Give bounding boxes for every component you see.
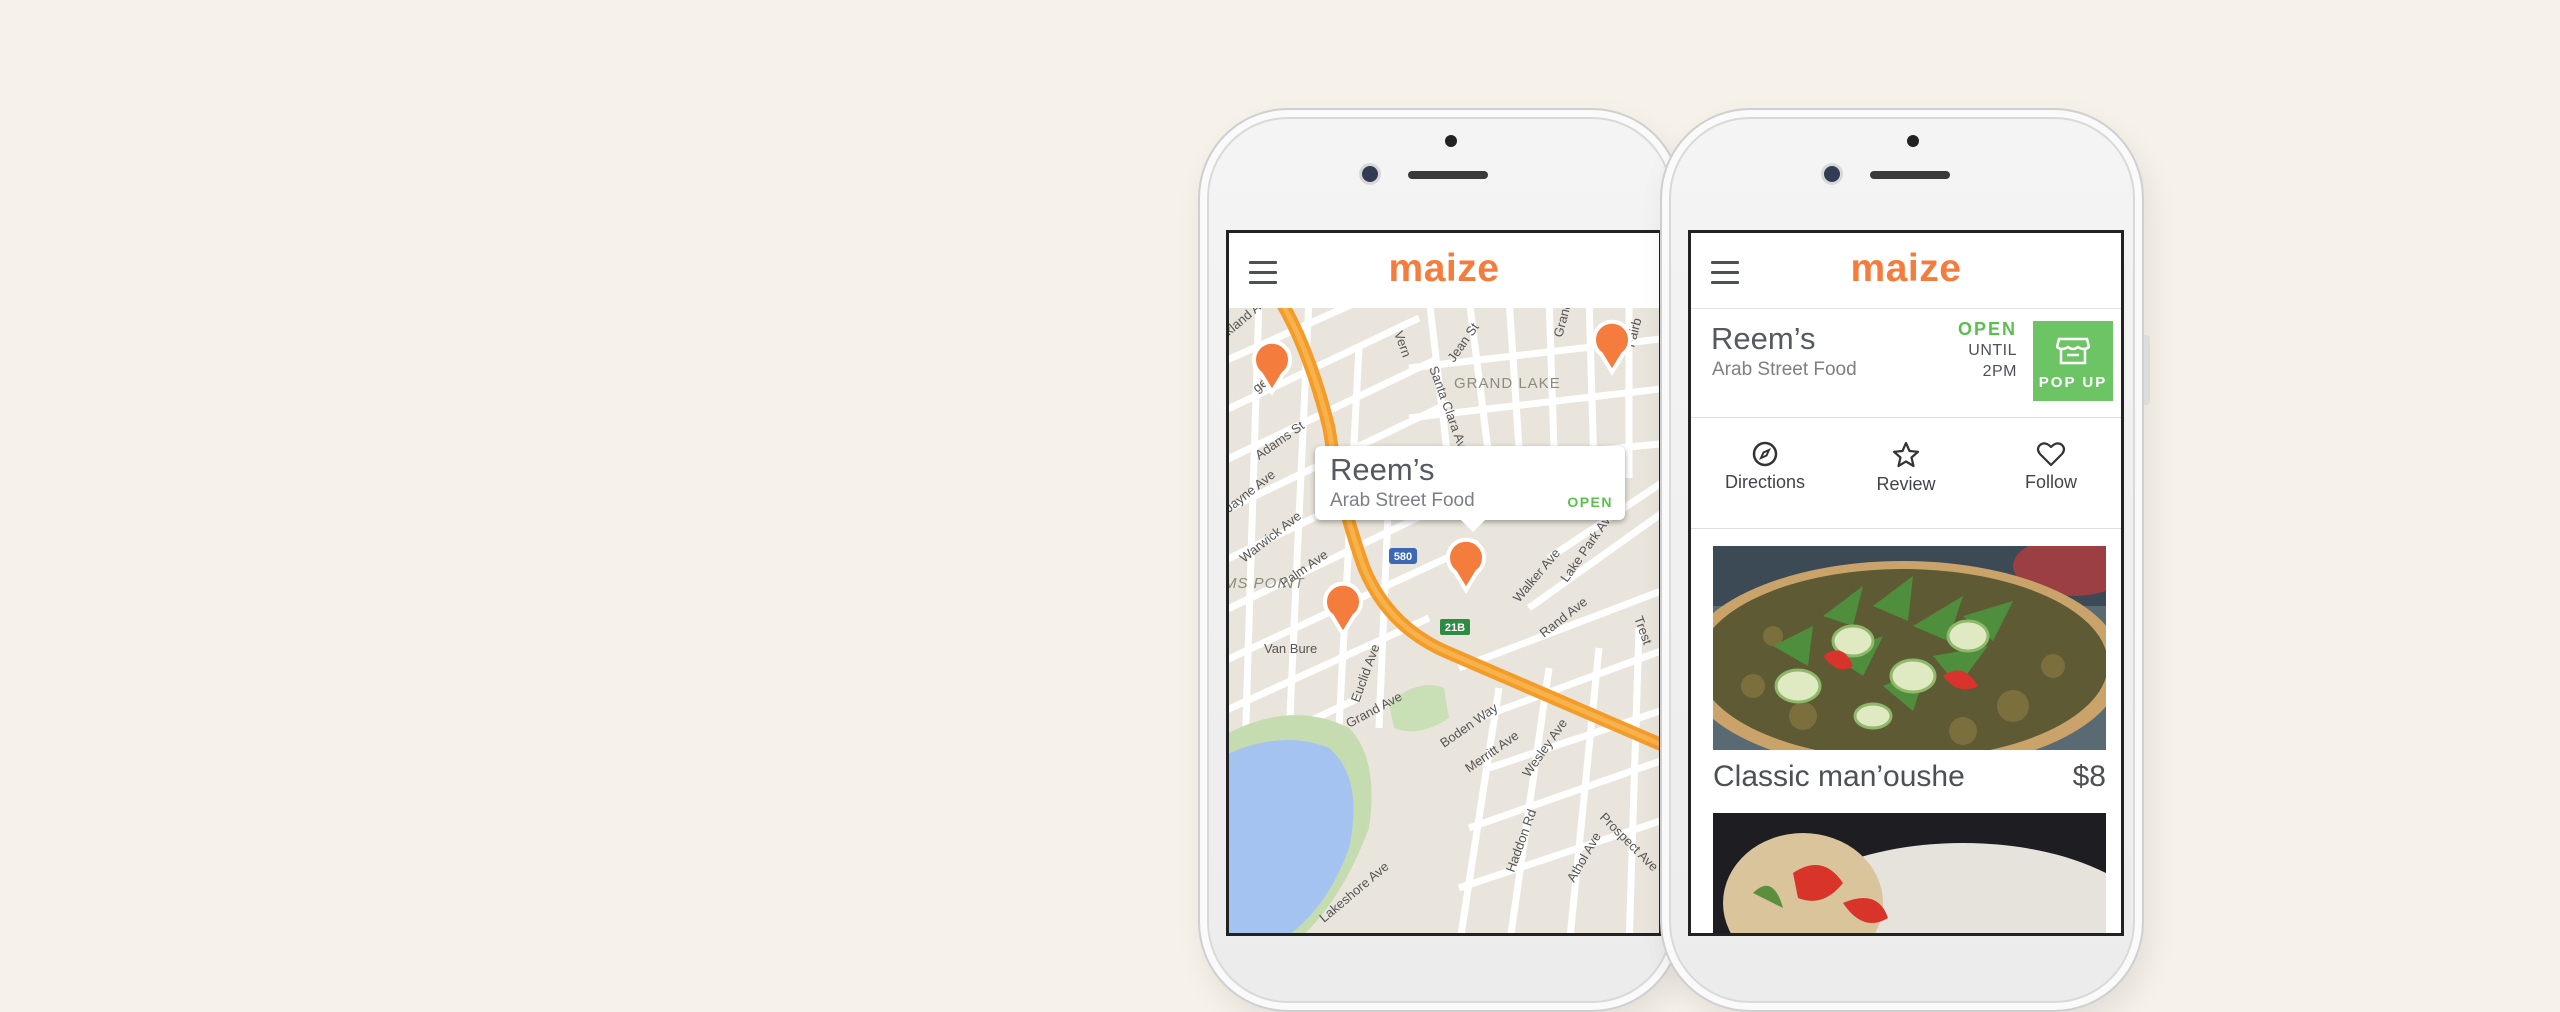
- directions-button[interactable]: Directions: [1695, 440, 1835, 493]
- status-badge: OPEN: [1957, 319, 2017, 339]
- neighborhood-label: GRAND LAKE: [1454, 375, 1561, 392]
- menu-item-card[interactable]: Classic man’oushe $8: [1713, 546, 2106, 810]
- pop-up-badge: POP UP: [2033, 321, 2113, 401]
- earpiece: [1870, 171, 1950, 179]
- vendor-name: Reem’s: [1711, 321, 1816, 356]
- map-screen: maize ge Adams St Jayne Ave Warwick Ave …: [1226, 230, 1662, 936]
- vendor-hours: OPEN UNTIL 2PM: [1958, 319, 2017, 382]
- map-view[interactable]: kland Ave ge St Adams St Jayne Ave Warwi…: [1229, 308, 1659, 936]
- svg-text:21B: 21B: [1445, 622, 1465, 634]
- app-bar: maize: [1691, 233, 2121, 309]
- pop-up-label: POP UP: [2038, 374, 2108, 391]
- app-logo: maize: [1850, 247, 1962, 290]
- neighborhood-label: MS POINT: [1229, 575, 1305, 592]
- front-camera: [1824, 166, 1840, 182]
- star-icon: [1892, 441, 1920, 468]
- highway-shield-21b: 21B: [1440, 619, 1470, 635]
- menu-item-name: Classic man’oushe: [1713, 760, 1965, 793]
- action-bar: Directions Review Follow: [1691, 418, 2121, 529]
- review-button[interactable]: Review: [1836, 440, 1976, 495]
- front-camera: [1362, 166, 1378, 182]
- vendor-callout[interactable]: Reem’s Arab Street Food OPEN: [1315, 446, 1625, 532]
- storefront-icon: [2055, 337, 2091, 365]
- phone-detail: maize Reem’s Arab Street Food OPEN UNTIL…: [1660, 108, 2150, 1012]
- earpiece: [1408, 171, 1488, 179]
- detail-screen: maize Reem’s Arab Street Food OPEN UNTIL…: [1688, 230, 2124, 936]
- phone-sensor: [1445, 135, 1457, 147]
- map-tiles[interactable]: kland Ave ge St Adams St Jayne Ave Warwi…: [1229, 308, 1659, 936]
- vendor-category: Arab Street Food: [1712, 359, 1857, 380]
- menu-item-price: $8: [2072, 760, 2106, 793]
- hours-until-label: UNTIL: [1968, 342, 2017, 359]
- callout-vendor-category: Arab Street Food: [1330, 490, 1475, 511]
- food-photo: [1713, 546, 2106, 750]
- callout-status-badge: OPEN: [1567, 494, 1613, 510]
- follow-button[interactable]: Follow: [1981, 440, 2121, 493]
- app-bar: maize: [1229, 233, 1659, 309]
- street-label: Van Bure: [1264, 641, 1317, 656]
- review-label: Review: [1876, 474, 1936, 494]
- side-button: [2144, 335, 2150, 405]
- svg-text:580: 580: [1394, 551, 1412, 563]
- phone-map: maize ge Adams St Jayne Ave Warwick Ave …: [1198, 108, 1688, 1012]
- menu-item-info: Classic man’oushe $8: [1713, 750, 2106, 810]
- compass-icon: [1752, 441, 1778, 467]
- callout-vendor-name: Reem’s: [1330, 452, 1435, 487]
- food-photo: [1713, 813, 2106, 933]
- phone-sensor: [1907, 135, 1919, 147]
- highway-shield-580: 580: [1389, 548, 1417, 564]
- directions-label: Directions: [1724, 472, 1806, 492]
- hours-time: 2PM: [1982, 363, 2017, 380]
- follow-label: Follow: [2024, 472, 2077, 492]
- vendor-header: Reem’s Arab Street Food OPEN UNTIL 2PM P…: [1691, 309, 2121, 418]
- menu-item-card[interactable]: [1713, 813, 2106, 933]
- app-logo: maize: [1388, 247, 1500, 290]
- heart-icon: [2036, 442, 2066, 467]
